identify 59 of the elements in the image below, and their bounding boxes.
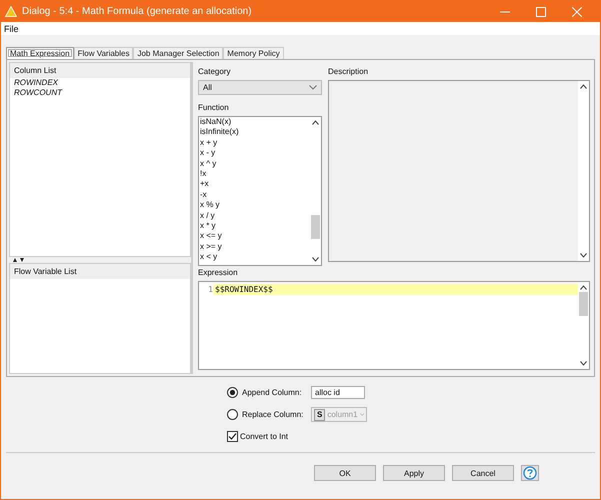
list-header: Flow Variable List [10, 264, 190, 279]
menu-item[interactable]: File [2, 24, 21, 34]
scrollbar[interactable] [310, 117, 321, 265]
function-list-item[interactable]: -x [199, 190, 310, 200]
expression-label: Expression [198, 266, 239, 279]
help-icon [523, 466, 537, 480]
window-title: Dialog - 5:4 - Math Formula (generate an allocation) [22, 6, 253, 17]
line-number: 1 [207, 284, 213, 295]
function-list-item[interactable]: x / y [199, 210, 310, 222]
help-button[interactable] [521, 465, 539, 481]
function-list-item[interactable]: x >= y [199, 242, 310, 252]
function-list-item[interactable]: x * y [199, 221, 310, 232]
dialog-button[interactable]: Apply [383, 465, 445, 481]
function-label: Function [198, 102, 230, 114]
splitter-arrows-icon[interactable] [12, 258, 26, 262]
category-label: Category [198, 66, 232, 78]
tab[interactable]: Flow Variables [74, 47, 134, 59]
chevron-up-icon [580, 284, 587, 290]
radio-label: Append Column: [242, 388, 303, 397]
tab[interactable]: Memory Policy [223, 47, 284, 59]
function-list-item[interactable]: +x [199, 179, 310, 190]
checkbox-label: Convert to Int [240, 432, 288, 441]
category-dropdown[interactable]: All [198, 80, 322, 95]
chevron-down-icon [360, 412, 364, 417]
scrollbar-thumb[interactable] [579, 292, 588, 316]
column-list-item[interactable]: ROWINDEX [10, 78, 190, 88]
description-label: Description [328, 66, 370, 78]
function-list-item[interactable]: x % y [199, 200, 310, 211]
checkbox[interactable] [227, 431, 238, 442]
chevron-up-icon [312, 120, 319, 125]
dialog-button[interactable]: OK [314, 465, 376, 481]
expression-editor[interactable]: 1 $$ROWINDEX$$ [198, 280, 590, 370]
function-list-item[interactable]: isInfinite(x) [199, 127, 310, 138]
dialog-button[interactable]: Cancel [452, 465, 514, 481]
function-list-item[interactable]: !x [199, 169, 310, 180]
function-list-item[interactable]: x < y [199, 252, 310, 263]
close-icon[interactable] [572, 6, 582, 16]
function-list-item[interactable]: x ^ y [199, 158, 310, 170]
function-list-item[interactable]: x - y [199, 148, 310, 159]
function-list-item[interactable]: x + y [199, 138, 310, 148]
radio-label: Replace Column: [242, 410, 304, 419]
warning-icon [5, 6, 17, 17]
tab[interactable]: Job Manager Selection [133, 47, 224, 59]
chevron-down-icon [580, 252, 587, 258]
radio-button[interactable] [227, 387, 238, 398]
tab[interactable]: Math Expression [6, 47, 74, 59]
list-header: Column List [10, 63, 190, 78]
type-badge: S [314, 408, 326, 420]
chevron-down-icon [309, 85, 317, 90]
function-list-item[interactable]: x <= y [199, 231, 310, 242]
scrollbar-thumb[interactable] [311, 215, 320, 239]
column-name-field[interactable]: alloc id [311, 386, 365, 399]
chevron-down-icon [312, 256, 319, 262]
chevron-up-icon [580, 84, 587, 89]
column-list-item[interactable]: ROWCOUNT [10, 88, 190, 98]
function-list-item[interactable]: isNaN(x) [199, 117, 310, 128]
scrollbar[interactable] [578, 81, 589, 261]
chevron-down-icon [580, 361, 587, 366]
maximize-icon[interactable] [536, 6, 546, 16]
